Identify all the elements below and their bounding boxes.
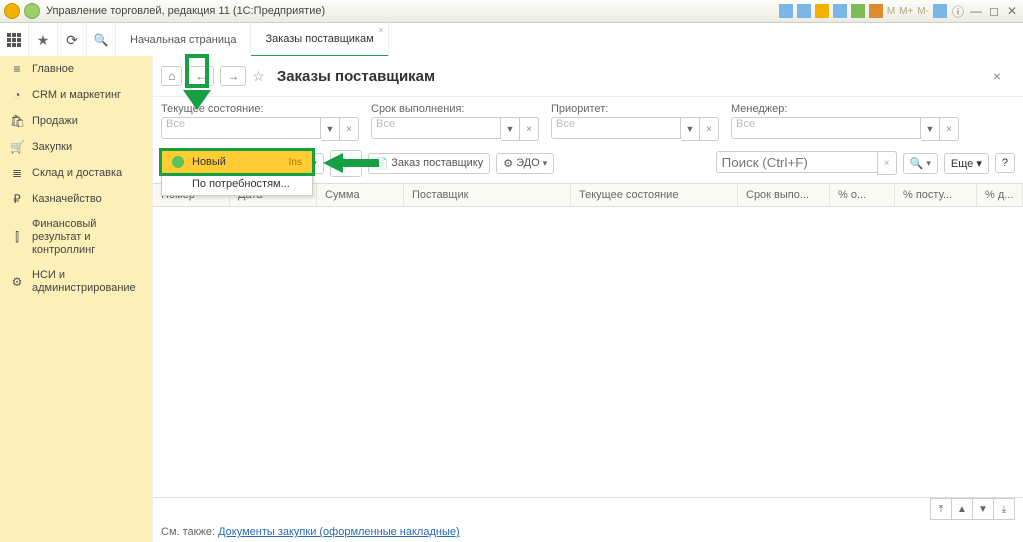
search-go-button[interactable]: 🔍 ▾	[903, 153, 938, 174]
col-pct-in[interactable]: % посту...	[895, 184, 977, 206]
window-titlebar: Управление торговлей, редакция 11 (1С:Пр…	[0, 0, 1023, 23]
order-supplier-button[interactable]: 📄 Заказ поставщику	[368, 153, 491, 174]
gear-icon: ⚙	[10, 275, 24, 289]
menu-icon: ≡	[10, 62, 24, 76]
sidebar-item-purchases[interactable]: 🛒Закупки	[0, 134, 152, 160]
sidebar-item-finance[interactable]: ⫿Финансовый результат и контроллинг	[0, 212, 152, 263]
footer-link[interactable]: Документы закупки (оформленные накладные…	[218, 526, 460, 538]
filter-deadline-clear[interactable]: ×	[520, 117, 539, 141]
help-button[interactable]: ?	[995, 153, 1015, 173]
filter-deadline-label: Срок выполнения:	[371, 103, 539, 115]
filter-deadline-input[interactable]: Все	[371, 117, 501, 139]
maximize-button[interactable]: ◻	[987, 4, 1001, 18]
pager-last[interactable]: ⤓	[993, 498, 1015, 520]
back-round-icon[interactable]	[24, 3, 40, 19]
menu-item-new[interactable]: Новый Ins	[159, 148, 315, 176]
filters-row: Текущее состояние: Все ▼ × Срок выполнен…	[153, 97, 1023, 141]
col-deadline[interactable]: Срок выпо...	[738, 184, 830, 206]
calc-mplus[interactable]: M+	[899, 6, 913, 17]
chart-icon: ⫿	[10, 230, 24, 245]
tool-icon[interactable]	[833, 4, 847, 18]
filter-state-input[interactable]: Все	[161, 117, 321, 139]
search-button[interactable]	[87, 23, 116, 57]
close-window-button[interactable]: ✕	[1005, 4, 1019, 18]
tool-icon[interactable]	[779, 4, 793, 18]
col-pct-o[interactable]: % о...	[830, 184, 895, 206]
titlebar-tools: M M+ M- ⓘ — ◻ ✕	[779, 4, 1019, 18]
tool-icon[interactable]	[797, 4, 811, 18]
sidebar-item-sales[interactable]: 🛍Продажи	[0, 108, 152, 134]
history-button[interactable]	[58, 23, 87, 57]
sidebar-item-nsi[interactable]: ⚙НСИ и администрирование	[0, 263, 152, 301]
filter-state-dropdown[interactable]: ▼	[321, 117, 340, 141]
tab-supplier-orders[interactable]: Заказы поставщикам ×	[251, 23, 388, 57]
filter-manager-clear[interactable]: ×	[940, 117, 959, 141]
see-also-label: См. также:	[161, 526, 215, 538]
annotation-arrow-down	[177, 54, 217, 114]
calc-mminus[interactable]: M-	[917, 6, 929, 17]
sidebar-item-treasury[interactable]: ₽Казначейство	[0, 186, 152, 212]
stack-icon: ≣	[10, 166, 24, 180]
sidebar-item-main[interactable]: ≡Главное	[0, 56, 152, 82]
search-input[interactable]	[716, 151, 877, 173]
filter-priority-clear[interactable]: ×	[700, 117, 719, 141]
filter-priority-label: Приоритет:	[551, 103, 719, 115]
menu-item-by-need[interactable]: По потребностям...	[162, 173, 312, 195]
app-icon-1c	[4, 3, 20, 19]
calc-icon[interactable]	[933, 4, 947, 18]
tab-start-page[interactable]: Начальная страница	[116, 23, 251, 57]
main-panel: ⌂ ← → Заказы поставщикам × Текущее состо…	[152, 56, 1023, 542]
minimize-button[interactable]: —	[969, 4, 983, 18]
sidebar-item-warehouse[interactable]: ≣Склад и доставка	[0, 160, 152, 186]
table-body	[153, 207, 1023, 498]
info-icon[interactable]: ⓘ	[951, 4, 965, 18]
top-toolbar: Начальная страница Заказы поставщикам ×	[0, 23, 1023, 58]
filter-manager-label: Менеджер:	[731, 103, 959, 115]
footer: См. также: Документы закупки (оформленны…	[161, 526, 1015, 538]
bag-icon: 🛍	[10, 114, 24, 128]
filter-manager-input[interactable]: Все	[731, 117, 921, 139]
col-supplier[interactable]: Поставщик	[404, 184, 571, 206]
filter-manager-dropdown[interactable]: ▼	[921, 117, 940, 141]
annotation-arrow-left	[321, 151, 381, 175]
favorites-button[interactable]	[29, 23, 58, 57]
forward-nav-button[interactable]: →	[220, 66, 246, 86]
search-clear[interactable]: ×	[877, 151, 897, 175]
apps-grid-button[interactable]	[0, 23, 29, 57]
tab-close-icon[interactable]: ×	[378, 25, 383, 35]
col-pct-d[interactable]: % д...	[977, 184, 1023, 206]
tool-icon[interactable]	[815, 4, 829, 18]
filter-state-clear[interactable]: ×	[340, 117, 359, 141]
pager-up[interactable]: ▲	[951, 498, 973, 520]
page-header: ⌂ ← → Заказы поставщикам ×	[153, 56, 1023, 97]
ruble-icon: ₽	[10, 192, 24, 206]
sidebar-item-crm[interactable]: ◔CRM и маркетинг	[0, 82, 152, 108]
filter-priority-dropdown[interactable]: ▼	[681, 117, 700, 141]
create-dropdown-menu: Новый Ins По потребностям...	[161, 150, 313, 196]
col-sum[interactable]: Сумма	[317, 184, 404, 206]
tool-icon[interactable]	[851, 4, 865, 18]
col-state[interactable]: Текущее состояние	[571, 184, 738, 206]
sidebar: ≡Главное ◔CRM и маркетинг 🛍Продажи 🛒Заку…	[0, 56, 153, 542]
filter-deadline-dropdown[interactable]: ▼	[501, 117, 520, 141]
pager-down[interactable]: ▼	[972, 498, 994, 520]
more-button[interactable]: Еще ▾	[944, 153, 989, 174]
window-title: Управление торговлей, редакция 11 (1С:Пр…	[46, 5, 325, 17]
close-page-button[interactable]: ×	[993, 68, 1001, 84]
new-dot-icon	[172, 156, 184, 168]
filter-priority-input[interactable]: Все	[551, 117, 681, 139]
page-title: Заказы поставщикам	[277, 68, 435, 85]
shortcut-ins: Ins	[289, 157, 302, 168]
cart-icon: 🛒	[10, 140, 24, 154]
pager-first[interactable]: ⤒	[930, 498, 952, 520]
favorite-star-icon[interactable]	[252, 68, 265, 85]
pager: ⤒ ▲ ▼ ⤓	[931, 498, 1015, 520]
calc-m[interactable]: M	[887, 6, 895, 17]
edo-button[interactable]: ⚙ ЭДО ▾	[496, 153, 554, 174]
tool-icon[interactable]	[869, 4, 883, 18]
pie-icon: ◔	[10, 88, 24, 102]
